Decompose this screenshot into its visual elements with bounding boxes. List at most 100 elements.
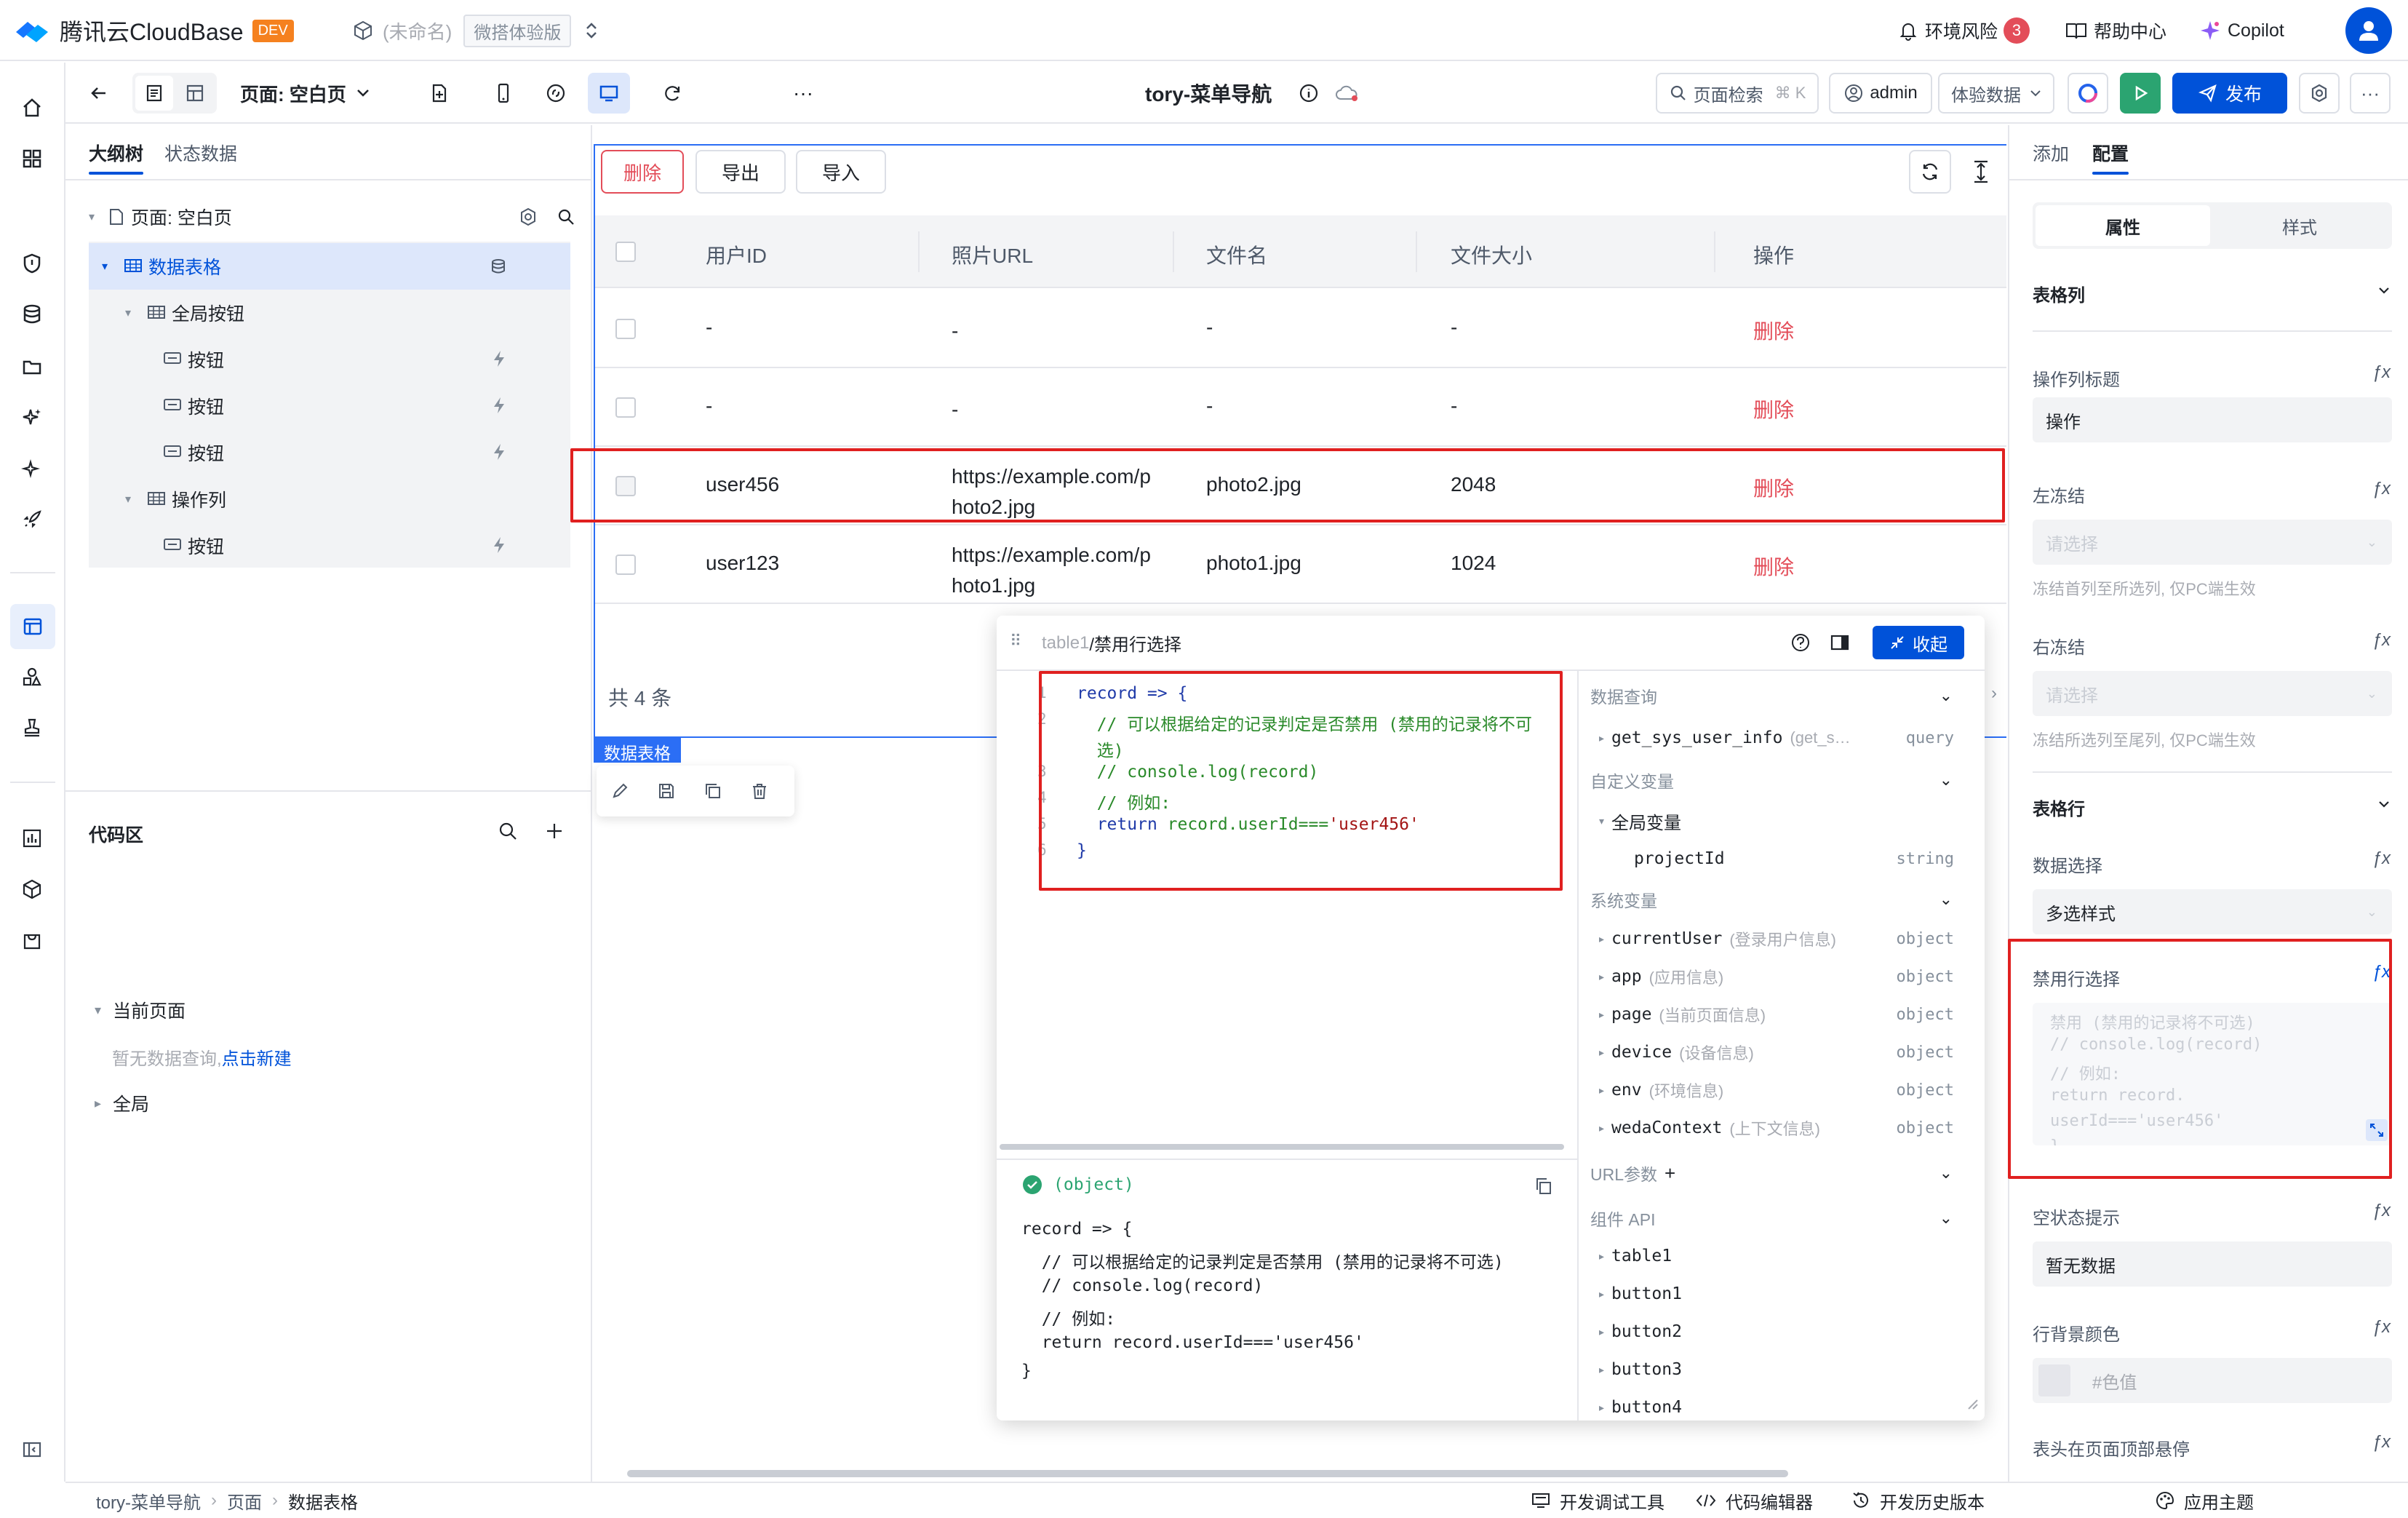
theme-button[interactable]: 应用主题 bbox=[2155, 1489, 2254, 1513]
var-item[interactable]: ▸ get_sys_user_info (get_s… query bbox=[1599, 723, 1954, 752]
row-delete-link[interactable]: 删除 bbox=[1753, 394, 1794, 424]
expand-right-icon[interactable]: › bbox=[1983, 677, 2005, 710]
fx-icon[interactable]: ƒx bbox=[2372, 362, 2391, 383]
devtools-button[interactable]: 开发调试工具 bbox=[1531, 1489, 1665, 1513]
history-button[interactable]: 开发历史版本 bbox=[1851, 1489, 1985, 1513]
nav-analytics[interactable] bbox=[13, 819, 51, 857]
tab-state-data[interactable]: 状态数据 bbox=[164, 140, 237, 166]
chevron-down-icon[interactable] bbox=[2377, 284, 2391, 297]
copy-icon[interactable] bbox=[1534, 1176, 1554, 1196]
side-panel-icon[interactable] bbox=[1829, 632, 1851, 653]
plus-icon[interactable] bbox=[543, 819, 566, 843]
row-height-button[interactable] bbox=[1963, 150, 1999, 194]
search-icon[interactable] bbox=[496, 819, 519, 843]
fx-icon[interactable]: ƒx bbox=[2372, 1432, 2391, 1453]
help-circle-icon[interactable] bbox=[1790, 632, 1811, 653]
page-view-button[interactable] bbox=[135, 76, 173, 111]
var-item[interactable]: projectId string bbox=[1634, 844, 1954, 873]
tree-node[interactable]: 按钮 bbox=[89, 336, 570, 383]
layout-view-button[interactable] bbox=[176, 76, 214, 111]
info-icon[interactable] bbox=[1298, 82, 1320, 104]
edit-action[interactable] bbox=[597, 768, 643, 814]
copy-action[interactable] bbox=[690, 768, 736, 814]
column-header-file-size[interactable]: 文件大小 bbox=[1451, 240, 1532, 269]
column-header-user-id[interactable]: 用户ID bbox=[706, 240, 767, 269]
help-center-link[interactable]: 帮助中心 bbox=[2065, 15, 2166, 47]
event-bolt-icon[interactable] bbox=[490, 349, 508, 368]
tree-node[interactable]: 按钮 bbox=[89, 429, 570, 476]
more-actions-button[interactable]: ··· bbox=[2350, 73, 2391, 114]
env-risk-button[interactable]: 环境风险 3 bbox=[1897, 15, 2030, 47]
row-checkbox[interactable] bbox=[615, 555, 636, 575]
var-item[interactable]: ▸ wedaContext (上下文信息) object bbox=[1599, 1113, 1954, 1143]
fx-icon[interactable]: ƒx bbox=[2372, 849, 2391, 869]
back-button[interactable] bbox=[81, 76, 116, 111]
event-bolt-icon[interactable] bbox=[490, 442, 508, 461]
fx-icon[interactable]: ƒx bbox=[2372, 630, 2391, 651]
nav-market[interactable] bbox=[13, 921, 51, 959]
var-item[interactable]: ▸ currentUser (登录用户信息) object bbox=[1599, 924, 1954, 953]
global-vars-group[interactable]: ▾ 全局变量 bbox=[1599, 806, 1681, 835]
column-header-photo-url[interactable]: 照片URL bbox=[952, 240, 1033, 269]
data-select-select[interactable]: 多选样式 ⌄ bbox=[2033, 889, 2392, 934]
var-item[interactable]: ▸ app (应用信息) object bbox=[1599, 962, 1954, 991]
row-checkbox[interactable] bbox=[615, 319, 636, 339]
var-section-header[interactable]: URL参数 + ⌄ bbox=[1590, 1159, 1970, 1188]
run-preview-button[interactable] bbox=[2120, 73, 2161, 114]
op-col-title-input[interactable]: 操作 bbox=[2033, 397, 2392, 442]
var-item[interactable]: ▸ page (当前页面信息) object bbox=[1599, 1000, 1954, 1029]
var-item[interactable]: ▸ button4 bbox=[1599, 1393, 1954, 1422]
breadcrumb-component[interactable]: 数据表格 bbox=[288, 1488, 358, 1514]
chevron-down-icon[interactable] bbox=[2377, 798, 2391, 811]
settings-hex-icon[interactable] bbox=[518, 207, 538, 227]
tree-node[interactable]: ▾ 数据表格 bbox=[89, 243, 570, 290]
var-item[interactable]: ▸ device (设备信息) object bbox=[1599, 1038, 1954, 1067]
section-table-rows[interactable]: 表格行 bbox=[2033, 795, 2085, 820]
code-editor-scrollbar[interactable] bbox=[1000, 1144, 1564, 1150]
row-delete-link[interactable]: 删除 bbox=[1753, 552, 1794, 581]
canvas-scrollbar[interactable] bbox=[627, 1470, 1788, 1477]
nav-publish[interactable] bbox=[13, 709, 51, 747]
caret-down-icon[interactable]: ▾ bbox=[125, 492, 131, 506]
nav-database[interactable] bbox=[13, 295, 51, 333]
row-checkbox[interactable] bbox=[615, 397, 636, 418]
plus-icon[interactable]: + bbox=[1665, 1162, 1675, 1185]
var-item[interactable]: ▸ button2 bbox=[1599, 1317, 1954, 1346]
collapse-button[interactable]: 收起 bbox=[1873, 626, 1964, 659]
tree-root-page[interactable]: ▾ 页面: 空白页 bbox=[89, 194, 576, 240]
nav-agent[interactable] bbox=[13, 450, 51, 488]
mobile-preview-button[interactable] bbox=[486, 76, 521, 111]
nav-pages[interactable] bbox=[10, 604, 55, 649]
user-avatar[interactable] bbox=[2345, 7, 2392, 54]
table-row[interactable]: user123 https://example.com/p hoto1.jpg pho… bbox=[595, 525, 2006, 604]
table-row[interactable]: - - - - 删除 bbox=[595, 290, 2006, 368]
var-item[interactable]: ▸ button3 bbox=[1599, 1355, 1954, 1384]
column-header-file-name[interactable]: 文件名 bbox=[1206, 240, 1267, 269]
breadcrumb-page[interactable]: 页面 bbox=[227, 1488, 262, 1514]
page-search-button[interactable]: 页面检索 ⌘ K bbox=[1656, 73, 1819, 114]
breadcrumb-app[interactable]: tory-菜单导航 bbox=[96, 1488, 201, 1514]
table-refresh-button[interactable] bbox=[1909, 150, 1951, 194]
tab-properties[interactable]: 属性 bbox=[2036, 205, 2210, 246]
var-section-header[interactable]: 系统变量 ⌄ bbox=[1590, 885, 1970, 914]
caret-down-icon[interactable]: ▾ bbox=[102, 259, 108, 274]
select-all-checkbox[interactable] bbox=[615, 242, 636, 262]
tree-node[interactable]: ▾ 全局按钮 bbox=[89, 290, 570, 336]
ai-assist-button[interactable] bbox=[2068, 73, 2108, 114]
nav-functions[interactable] bbox=[13, 501, 51, 539]
brand-logo[interactable]: 腾讯云CloudBase DEV bbox=[13, 13, 294, 48]
caret-down-icon[interactable]: ▾ bbox=[125, 306, 131, 320]
user-button[interactable]: admin bbox=[1829, 73, 1932, 114]
publish-button[interactable]: 发布 bbox=[2172, 73, 2287, 114]
save-template-action[interactable] bbox=[643, 768, 690, 814]
search-icon[interactable] bbox=[556, 207, 576, 227]
var-section-header[interactable]: 组件 API ⌄ bbox=[1590, 1204, 1970, 1233]
fx-icon[interactable]: ƒx bbox=[2372, 479, 2391, 499]
mini-program-preview-button[interactable] bbox=[538, 76, 573, 111]
tab-style[interactable]: 样式 bbox=[2210, 205, 2389, 246]
global-group[interactable]: ▸ 全局 bbox=[95, 1089, 149, 1118]
drag-handle-icon[interactable]: ⠿ bbox=[1010, 632, 1021, 651]
tree-node[interactable]: ▾ 操作列 bbox=[89, 476, 570, 522]
import-button[interactable]: 导入 bbox=[796, 150, 886, 194]
code-editor-button[interactable]: 代码编辑器 bbox=[1695, 1489, 1813, 1513]
